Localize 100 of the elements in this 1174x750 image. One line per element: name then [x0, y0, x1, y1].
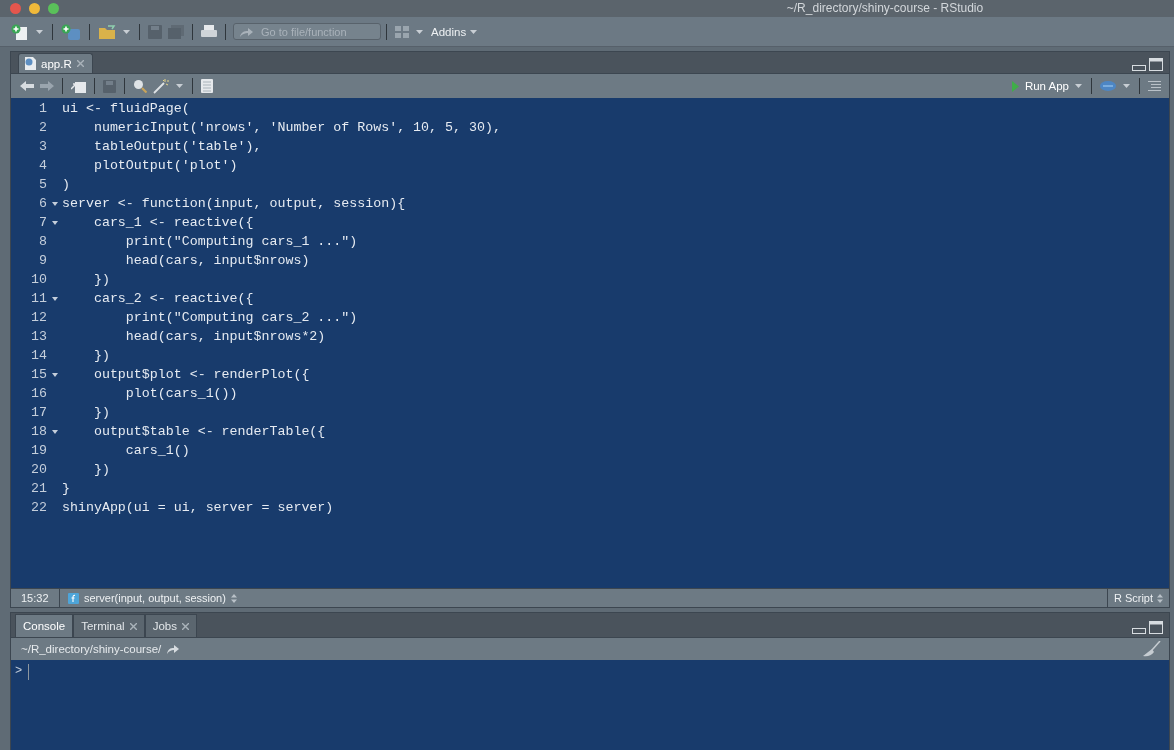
- caret-icon[interactable]: [176, 84, 183, 88]
- code-line: }: [62, 481, 70, 496]
- minimize-pane-icon[interactable]: [1132, 628, 1146, 634]
- code-line: }): [92, 405, 110, 420]
- code-line: cars_1 <- reactive({: [92, 215, 254, 230]
- code-line: server <- function(input, output, session){: [62, 196, 406, 211]
- line-number: 22: [31, 499, 47, 517]
- working-directory: ~/R_directory/shiny-course/: [21, 643, 162, 655]
- close-icon[interactable]: [129, 622, 137, 630]
- minimize-window-button[interactable]: [29, 3, 40, 14]
- caret-icon[interactable]: [123, 29, 130, 34]
- up-down-arrows-icon: [230, 593, 237, 603]
- console-output[interactable]: >: [11, 660, 1169, 750]
- code-line: output$table <- renderTable({: [92, 424, 326, 439]
- r-file-icon: [25, 57, 36, 70]
- code-line: }): [92, 272, 110, 287]
- code-line: ui <- fluidPage(: [62, 101, 190, 116]
- up-down-arrows-icon: [1157, 593, 1163, 603]
- line-number: 1: [39, 100, 47, 118]
- code-line: ): [62, 177, 70, 192]
- line-number: 11: [31, 290, 47, 308]
- minimize-pane-icon[interactable]: [1132, 65, 1146, 71]
- maximize-pane-icon[interactable]: [1149, 58, 1163, 71]
- caret-icon[interactable]: [1123, 84, 1130, 88]
- fold-caret-icon[interactable]: [52, 221, 58, 225]
- line-number: 17: [31, 404, 47, 422]
- close-icon[interactable]: [181, 622, 189, 630]
- code-line: cars_1(): [124, 443, 190, 458]
- line-number: 12: [31, 309, 47, 327]
- fold-caret-icon[interactable]: [52, 297, 58, 301]
- window-title: ~/R_directory/shiny-course - RStudio: [785, 1, 985, 15]
- line-number: 16: [31, 385, 47, 403]
- fold-caret-icon[interactable]: [52, 202, 58, 206]
- line-number: 9: [39, 252, 47, 270]
- fold-caret-icon[interactable]: [52, 373, 58, 377]
- magic-wand-icon[interactable]: [153, 78, 169, 94]
- zoom-window-button[interactable]: [48, 3, 59, 14]
- code-line: output$plot <- renderPlot({: [92, 367, 310, 382]
- outline-icon[interactable]: [1148, 80, 1161, 92]
- file-type-menu[interactable]: R Script: [1106, 589, 1169, 607]
- pane-tab[interactable]: Console: [15, 614, 74, 637]
- console-prompt: >: [15, 664, 23, 678]
- line-number: 15: [31, 366, 47, 384]
- line-number: 18: [31, 423, 47, 441]
- arrow-icon[interactable]: [167, 644, 180, 654]
- caret-icon[interactable]: [470, 29, 478, 34]
- line-number: 5: [39, 176, 47, 194]
- code-line: }): [92, 348, 110, 363]
- publish-icon[interactable]: [1100, 80, 1116, 92]
- code-line: tableOutput('table'),: [92, 139, 262, 154]
- run-app-button[interactable]: Run App: [1009, 80, 1071, 92]
- code-line: print("Computing cars_2 ..."): [124, 310, 358, 325]
- code-line: shinyApp(ui = ui, server = server): [62, 500, 334, 515]
- play-icon: [1011, 80, 1019, 92]
- fold-caret-icon[interactable]: [52, 430, 58, 434]
- new-file-icon[interactable]: [11, 23, 29, 40]
- code-line: plot(cars_1()): [124, 386, 238, 401]
- addins-menu[interactable]: Addins: [431, 25, 467, 38]
- close-icon[interactable]: [76, 60, 84, 67]
- pane-tab[interactable]: Terminal: [73, 614, 145, 637]
- print-icon[interactable]: [201, 24, 217, 39]
- line-number: 21: [31, 480, 47, 498]
- code-line: numericInput('nrows', 'Number of Rows', 10, 5, 30),: [92, 120, 501, 135]
- caret-icon[interactable]: [416, 29, 423, 34]
- line-number: 7: [39, 214, 47, 232]
- code-line: cars_2 <- reactive({: [92, 291, 254, 306]
- show-in-window-icon[interactable]: [71, 79, 86, 93]
- code-line: }): [92, 462, 110, 477]
- line-number: 2: [39, 119, 47, 137]
- save-icon[interactable]: [148, 24, 162, 39]
- caret-icon[interactable]: [1075, 84, 1082, 88]
- scope-menu[interactable]: server(input, output, session): [60, 592, 237, 604]
- close-window-button[interactable]: [10, 3, 21, 14]
- pane-tab[interactable]: Jobs: [144, 614, 197, 637]
- function-icon: [68, 592, 79, 604]
- line-number: 20: [31, 461, 47, 479]
- save-all-icon[interactable]: [168, 24, 184, 39]
- line-number: 6: [39, 195, 47, 213]
- caret-icon[interactable]: [36, 29, 43, 34]
- broom-icon[interactable]: [1143, 641, 1161, 657]
- layout-grid-icon[interactable]: [395, 25, 409, 38]
- line-number: 13: [31, 328, 47, 346]
- new-project-icon[interactable]: [61, 23, 81, 40]
- maximize-pane-icon[interactable]: [1149, 621, 1163, 634]
- save-icon[interactable]: [103, 79, 116, 93]
- line-number: 3: [39, 138, 47, 156]
- arrow-icon: [240, 26, 253, 37]
- open-folder-icon[interactable]: [98, 24, 116, 39]
- back-arrow-icon[interactable]: [20, 81, 34, 91]
- code-line: head(cars, input$nrows*2): [124, 329, 326, 344]
- line-number: 14: [31, 347, 47, 365]
- forward-arrow-icon[interactable]: [40, 81, 54, 91]
- line-number: 4: [39, 157, 47, 175]
- file-tab[interactable]: app.R: [18, 53, 93, 73]
- search-icon[interactable]: [133, 79, 147, 93]
- line-number: 10: [31, 271, 47, 289]
- line-number: 8: [39, 233, 47, 251]
- code-line: plotOutput('plot'): [92, 158, 238, 173]
- code-line: print("Computing cars_1 ..."): [124, 234, 358, 249]
- code-line: head(cars, input$nrows): [124, 253, 310, 268]
